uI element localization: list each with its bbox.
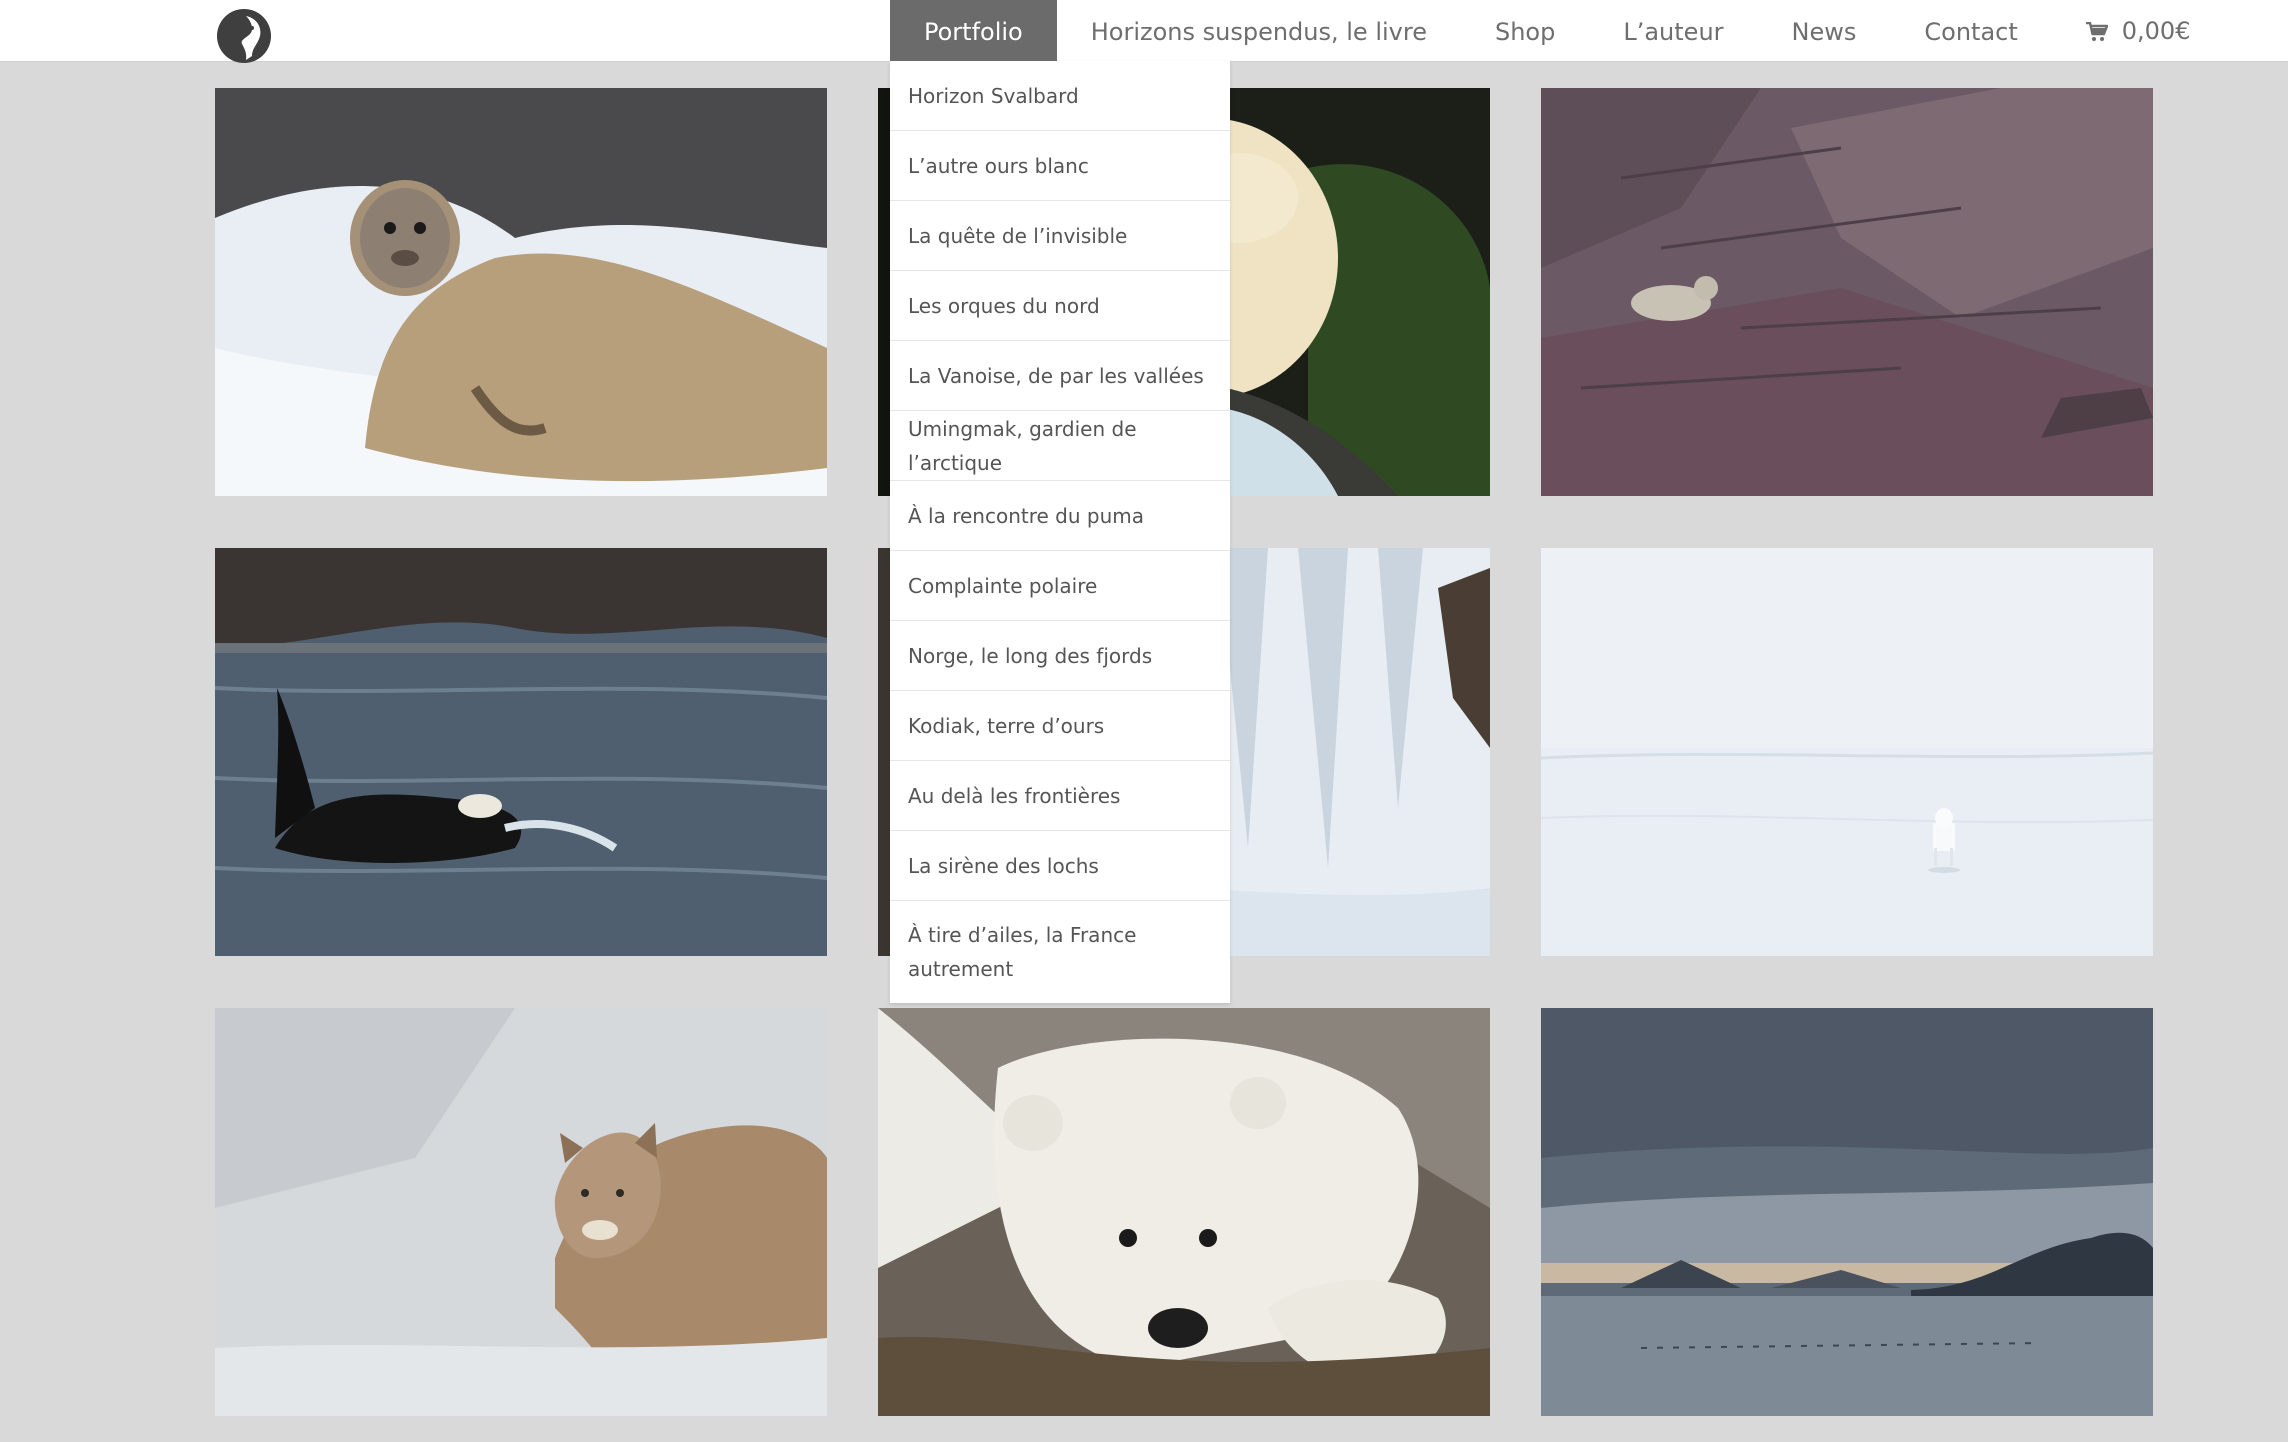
nav-portfolio[interactable]: Portfolio bbox=[890, 0, 1057, 61]
orca-in-sea-photo[interactable] bbox=[215, 548, 827, 956]
nav-book[interactable]: Horizons suspendus, le livre bbox=[1057, 0, 1461, 61]
cart-button[interactable]: 0,00€ bbox=[2052, 0, 2225, 61]
menu-item[interactable]: La Vanoise, de par les vallées bbox=[890, 341, 1230, 411]
nav-shop[interactable]: Shop bbox=[1461, 0, 1589, 61]
menu-item[interactable]: Umingmak, gardien de l’arctique bbox=[890, 411, 1230, 481]
cart-total: 0,00€ bbox=[2121, 16, 2191, 45]
puma-in-snow-photo[interactable] bbox=[215, 1008, 827, 1416]
menu-item[interactable]: Les orques du nord bbox=[890, 271, 1230, 341]
menu-item[interactable]: L’autre ours blanc bbox=[890, 131, 1230, 201]
menu-item[interactable]: À la rencontre du puma bbox=[890, 481, 1230, 551]
cart-icon bbox=[2085, 21, 2108, 41]
fjord-at-dusk-photo[interactable] bbox=[1541, 1008, 2153, 1416]
bearded-seal-on-ice-photo[interactable] bbox=[215, 88, 827, 496]
main-nav: Portfolio Horizons suspendus, le livre S… bbox=[890, 0, 2224, 61]
nav-contact[interactable]: Contact bbox=[1890, 0, 2051, 61]
menu-item[interactable]: Au delà les frontières bbox=[890, 761, 1230, 831]
menu-item[interactable]: Complainte polaire bbox=[890, 551, 1230, 621]
menu-item[interactable]: Norge, le long des fjords bbox=[890, 621, 1230, 691]
nav-author[interactable]: L’auteur bbox=[1589, 0, 1757, 61]
logo-icon[interactable] bbox=[216, 8, 272, 64]
portfolio-dropdown: Horizon Svalbard L’autre ours blanc La q… bbox=[890, 61, 1230, 1003]
arctic-wolf-on-snow-photo[interactable] bbox=[1541, 548, 2153, 956]
menu-item[interactable]: La quête de l’invisible bbox=[890, 201, 1230, 271]
nav-news[interactable]: News bbox=[1758, 0, 1891, 61]
menu-item[interactable]: À tire d’ailes, la France autrement bbox=[890, 901, 1230, 1003]
menu-item[interactable]: Horizon Svalbard bbox=[890, 61, 1230, 131]
snow-leopard-on-rocks-photo[interactable] bbox=[1541, 88, 2153, 496]
polar-bear-resting-photo[interactable] bbox=[878, 1008, 1490, 1416]
menu-item[interactable]: La sirène des lochs bbox=[890, 831, 1230, 901]
site-header: Portfolio Horizons suspendus, le livre S… bbox=[0, 0, 2288, 64]
menu-item[interactable]: Kodiak, terre d’ours bbox=[890, 691, 1230, 761]
